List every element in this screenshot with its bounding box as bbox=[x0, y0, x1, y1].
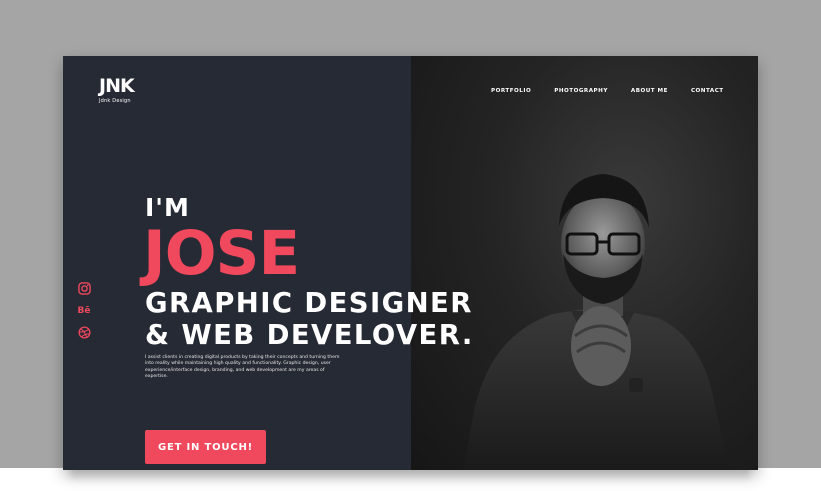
brand-logo[interactable]: JNK Jdnk Design bbox=[99, 75, 135, 104]
nav-contact[interactable]: CONTACT bbox=[691, 88, 724, 94]
logo-text: Jdnk Design bbox=[99, 98, 131, 104]
social-links: Bē bbox=[77, 282, 93, 348]
nav-about-me[interactable]: ABOUT ME bbox=[631, 88, 668, 94]
dribbble-icon[interactable] bbox=[77, 326, 91, 340]
nav-photography[interactable]: PHOTOGRAPHY bbox=[554, 88, 608, 94]
website-frame: JNK Jdnk Design PORTFOLIO PHOTOGRAPHY AB… bbox=[63, 56, 758, 470]
frame-shadow bbox=[70, 468, 750, 482]
main-nav: PORTFOLIO PHOTOGRAPHY ABOUT ME CONTACT bbox=[491, 88, 747, 94]
logo-mark: JNK bbox=[99, 75, 135, 97]
hero-title: GRAPHIC DESIGNER & WEB DEVELOVER. bbox=[145, 287, 565, 351]
hero-description: I assist clients in creating digital pro… bbox=[145, 355, 340, 380]
hero-title-line1: GRAPHIC DESIGNER bbox=[145, 287, 473, 319]
hero-title-line2: & WEB DEVELOVER. bbox=[145, 319, 474, 351]
instagram-icon[interactable] bbox=[77, 282, 91, 296]
get-in-touch-button[interactable]: GET IN TOUCH! bbox=[145, 430, 266, 464]
behance-icon[interactable]: Bē bbox=[77, 304, 91, 318]
nav-portfolio[interactable]: PORTFOLIO bbox=[491, 88, 531, 94]
hero-name: JOSE bbox=[143, 218, 300, 289]
